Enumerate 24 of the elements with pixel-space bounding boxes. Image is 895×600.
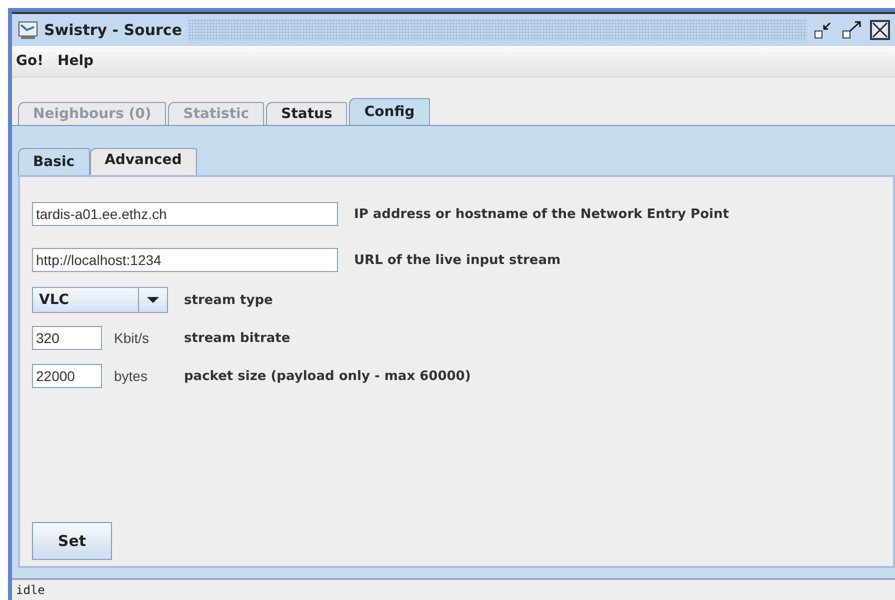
menu-item[interactable]: Help — [58, 53, 94, 69]
close-icon[interactable] — [869, 19, 891, 41]
unit-label: bytes — [114, 368, 148, 384]
field-label: stream type — [184, 292, 273, 308]
dropdown[interactable]: VLC — [32, 287, 168, 313]
text-field[interactable]: tardis-a01.ee.ethz.ch — [32, 202, 338, 226]
app-icon — [18, 20, 38, 40]
field-label: URL of the live input stream — [354, 252, 561, 268]
field-label: packet size (payload only - max 60000) — [184, 368, 471, 384]
text-field[interactable]: http://localhost:1234 — [32, 248, 338, 272]
window-title: Swistry - Source — [44, 21, 182, 39]
menu-item[interactable]: Go! — [16, 53, 44, 69]
maximize-icon[interactable] — [841, 19, 863, 41]
set-button[interactable]: Set — [32, 522, 112, 560]
field-label: stream bitrate — [184, 330, 290, 346]
status-bar: idle — [12, 578, 895, 600]
tab[interactable]: Advanced — [90, 148, 197, 175]
tab[interactable]: Status — [266, 102, 348, 125]
text-field[interactable]: 320 — [32, 326, 102, 350]
field-label: IP address or hostname of the Network Entry Point — [354, 206, 729, 222]
text-field[interactable]: 22000 — [32, 364, 102, 388]
unit-label: Kbit/s — [114, 330, 150, 346]
tab[interactable]: Basic — [18, 148, 90, 175]
tab[interactable]: Config — [349, 98, 430, 125]
